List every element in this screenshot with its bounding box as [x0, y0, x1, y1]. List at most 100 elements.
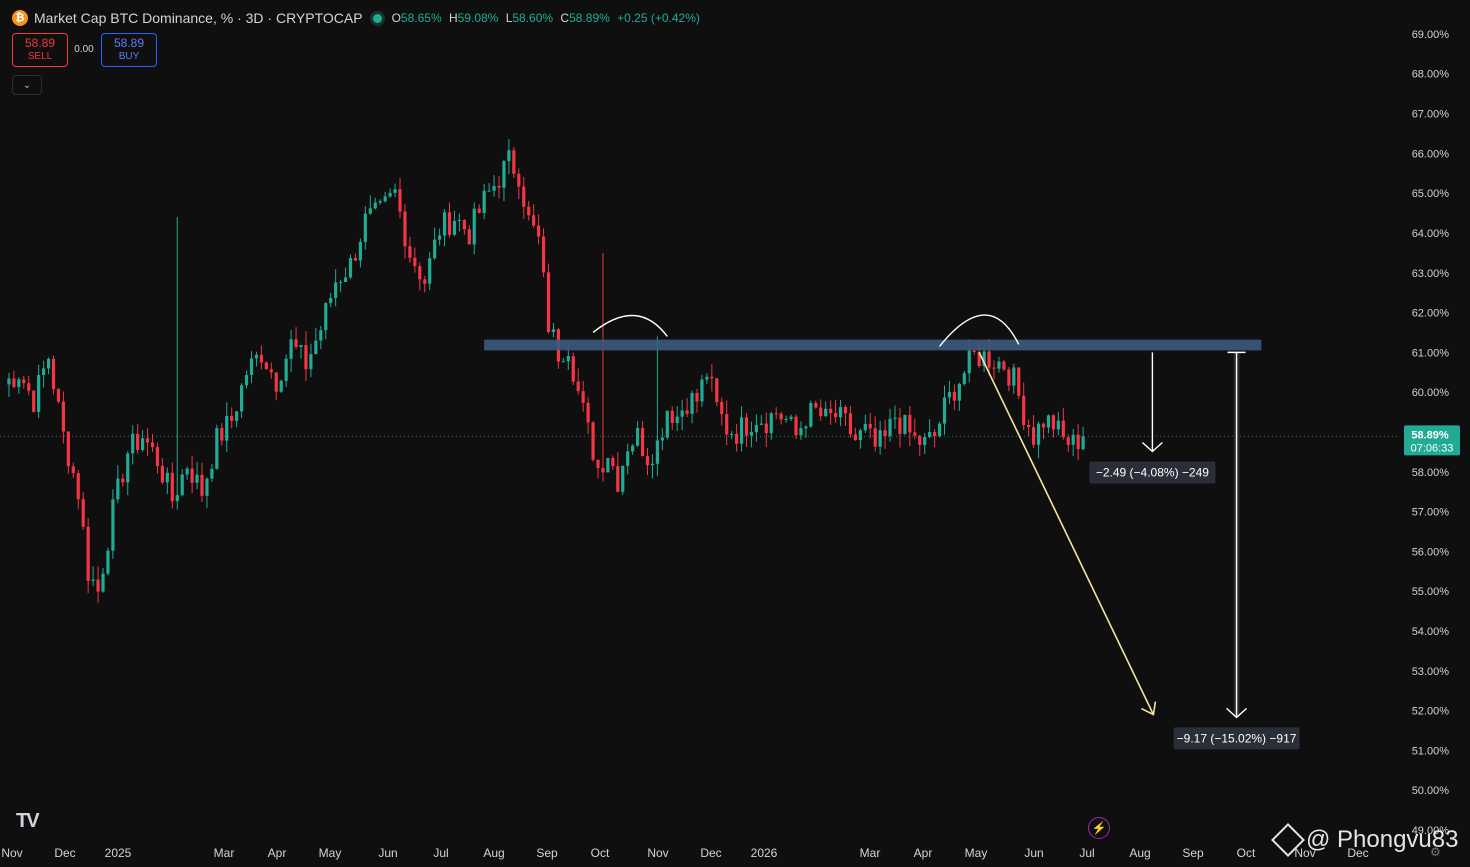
candle-body	[571, 356, 575, 382]
candle-body	[670, 410, 674, 423]
time-tick-label: Mar	[214, 846, 235, 860]
candle-body	[160, 465, 164, 483]
candle-body	[690, 392, 694, 414]
candle-body	[279, 380, 283, 392]
candle-body	[230, 415, 234, 421]
candle-body	[334, 282, 338, 299]
price-axis[interactable]: 69.00% 68.00% 67.00% 66.00% 65.00% 64.00% 63.0…	[1400, 0, 1470, 867]
candle-body	[472, 208, 476, 245]
price-tick-label: 63.00%	[1412, 268, 1450, 280]
candle-body	[933, 432, 937, 436]
candle-body	[329, 298, 333, 304]
ohlc-values: O58.65% H59.08% L58.60% C58.89% +0.25 (+…	[391, 11, 700, 25]
candle-body	[17, 379, 21, 387]
candle-body	[136, 433, 140, 450]
candle-body	[442, 212, 447, 236]
candle-body	[853, 434, 857, 441]
price-tick-label: 61.00%	[1412, 347, 1450, 359]
candle-body	[952, 391, 956, 401]
candle-body	[225, 415, 229, 441]
candle-body	[710, 376, 714, 379]
candle-body	[739, 417, 744, 444]
price-tick-label: 58.00%	[1412, 467, 1450, 479]
price-tick-label: 57.00%	[1412, 507, 1450, 519]
candle-body	[1002, 361, 1006, 370]
candle-body	[789, 416, 793, 419]
candle-body	[987, 351, 991, 368]
candle-body	[645, 456, 650, 466]
candle-body	[606, 458, 610, 473]
candle-body	[873, 428, 877, 447]
price-chart[interactable]: −2.49 (−4.08%) −249−9.17 (−15.02%) −917 …	[0, 0, 1470, 867]
candle-body	[685, 410, 689, 414]
candle-body	[863, 423, 867, 431]
candle-body	[517, 173, 521, 187]
candle-body	[180, 474, 184, 496]
tradingview-logo-icon[interactable]: TV	[16, 810, 40, 833]
buy-button[interactable]: 58.89 BUY	[101, 33, 157, 67]
binance-logo-icon	[1271, 823, 1305, 857]
candle-body	[428, 258, 432, 284]
candle-body	[235, 411, 239, 421]
candle-body	[408, 246, 412, 258]
candle-body	[413, 257, 417, 267]
candle-body	[908, 414, 912, 433]
candle-body	[650, 463, 655, 466]
candle-body	[205, 478, 209, 496]
candle-body	[888, 418, 892, 437]
settings-icon[interactable]: ⚙	[1430, 845, 1441, 859]
candle-body	[942, 397, 947, 424]
candle-body	[947, 391, 952, 398]
candle-body	[616, 466, 620, 492]
candle-body	[759, 423, 763, 425]
candle-body	[1081, 436, 1085, 450]
buy-price: 58.89	[113, 36, 145, 50]
buy-label: BUY	[118, 51, 140, 62]
time-tick-label: Jul	[1079, 846, 1094, 860]
candle-body	[467, 229, 471, 245]
time-tick-label: Jun	[1024, 846, 1043, 860]
candle-body	[190, 468, 194, 483]
candle-body	[1061, 420, 1065, 438]
candle-body	[215, 428, 219, 469]
time-tick-label: Apr	[268, 846, 287, 860]
candle-body	[32, 390, 36, 412]
candle-body	[725, 414, 729, 435]
candle-body	[705, 376, 709, 380]
candle-body	[626, 451, 630, 466]
candle-body	[378, 201, 382, 203]
candle-body	[541, 236, 546, 273]
measure-small-label: −2.49 (−4.08%) −249	[1089, 461, 1216, 484]
candle-body	[155, 447, 160, 466]
candle-body	[675, 416, 679, 423]
candle-body	[358, 242, 362, 261]
candle-body	[972, 350, 976, 352]
candle-body	[304, 344, 308, 370]
candle-body	[546, 272, 551, 333]
candle-body	[829, 408, 833, 414]
collapse-legend-button[interactable]: ⌄	[12, 75, 42, 95]
candle-body	[918, 435, 922, 445]
candle-body	[373, 202, 377, 209]
symbol-title[interactable]: Market Cap BTC Dominance, % · 3D · CRYPT…	[34, 10, 363, 26]
candle-body	[264, 362, 268, 370]
candle-body	[185, 468, 189, 475]
lightning-icon[interactable]: ⚡	[1088, 817, 1110, 839]
candle-body	[1032, 427, 1036, 445]
time-tick-label: Oct	[591, 846, 610, 860]
candle-body	[848, 413, 853, 435]
candle-body	[393, 189, 397, 193]
candle-body	[730, 433, 734, 435]
sell-button[interactable]: 58.89 SELL	[12, 33, 68, 67]
candle-body	[660, 437, 664, 441]
candle-body	[249, 358, 254, 376]
sell-price: 58.89	[24, 36, 56, 50]
time-tick-label: Apr	[914, 846, 933, 860]
candle-body	[116, 478, 120, 500]
time-tick-label: Nov	[1, 846, 22, 860]
measure-small-label-text: −2.49 (−4.08%) −249	[1096, 465, 1209, 479]
candle-body	[601, 467, 605, 473]
price-tick-label: 65.00%	[1412, 188, 1450, 200]
candle-body	[418, 266, 422, 280]
candle-body	[551, 329, 556, 333]
